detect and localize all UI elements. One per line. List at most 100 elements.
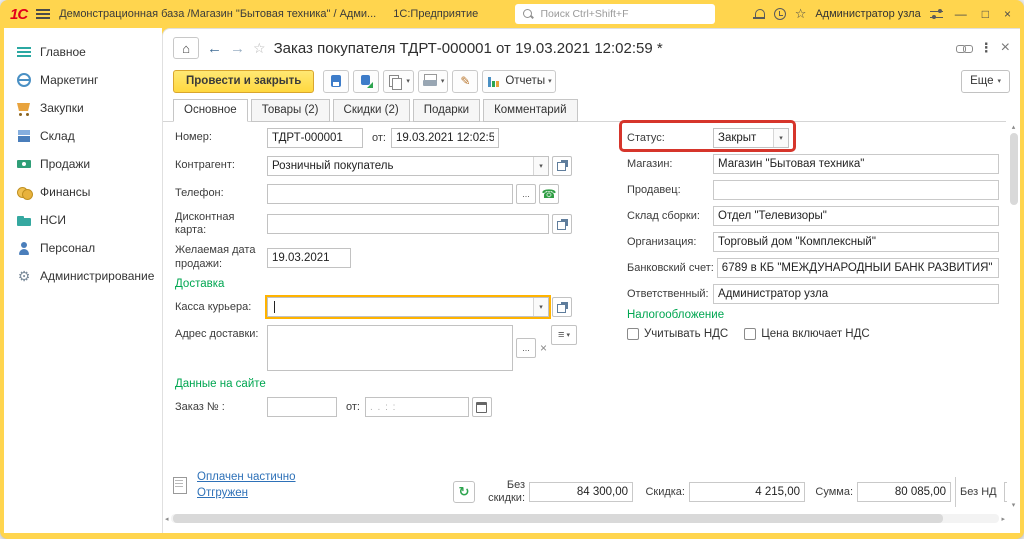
site-order-number-input[interactable] <box>267 397 337 417</box>
tab-osnovnoe[interactable]: Основное <box>173 99 248 122</box>
sidebar-item-glavnoe[interactable]: Главное <box>4 38 162 66</box>
scroll-right-icon[interactable]: ▸ <box>1001 515 1005 523</box>
seller-input[interactable] <box>713 180 999 200</box>
call-button[interactable]: ☎ <box>539 184 559 204</box>
sidebar: Главное Маркетинг Закупки Склад Продажи … <box>4 28 162 533</box>
sidebar-item-label: Маркетинг <box>40 73 98 87</box>
counterparty-input[interactable] <box>268 157 533 175</box>
vertical-scrollbar[interactable]: ▴ ▾ <box>1007 123 1020 509</box>
counterparty-combobox[interactable]: ▾ <box>267 156 549 176</box>
document-toolbar: Провести и закрыть ▾ ▾ ✎ Отчеты ▾ Еще ▾ <box>163 67 1020 95</box>
open-counterparty-button[interactable] <box>552 156 572 176</box>
scroll-track[interactable] <box>171 514 1000 523</box>
get-link-icon[interactable] <box>956 40 972 56</box>
dropdown-button[interactable]: ▾ <box>533 298 548 316</box>
settings-sliders-icon[interactable] <box>930 9 943 20</box>
courier-cash-combobox[interactable]: ▾ <box>267 297 549 317</box>
home-button[interactable]: ⌂ <box>173 37 199 59</box>
globe-icon <box>16 72 32 88</box>
reports-button[interactable]: Отчеты ▾ <box>482 70 555 93</box>
favorite-star-icon[interactable]: ☆ <box>253 40 266 57</box>
sidebar-item-prodazhi[interactable]: Продажи <box>4 150 162 178</box>
scroll-up-icon[interactable]: ▴ <box>1012 123 1016 131</box>
status-row: Статус: Закрыт ▾ <box>627 127 999 148</box>
tab-podarki[interactable]: Подарки <box>413 99 480 122</box>
favorites-icon[interactable]: ☆ <box>795 6 807 22</box>
document-date-input[interactable] <box>391 128 499 148</box>
user-name[interactable]: Администратор узла <box>815 8 920 20</box>
sidebar-item-personal[interactable]: Персонал <box>4 234 162 262</box>
shipment-status-link[interactable]: Отгружен <box>197 487 296 499</box>
close-button[interactable]: × <box>1001 7 1014 21</box>
create-based-on-button[interactable]: ▾ <box>383 70 414 93</box>
vat-checkbox[interactable] <box>627 328 639 340</box>
open-discount-card-button[interactable] <box>552 214 572 234</box>
edit-button[interactable]: ✎ <box>452 70 478 93</box>
post-button[interactable] <box>353 70 379 93</box>
notifications-icon[interactable] <box>753 8 765 20</box>
responsible-input[interactable] <box>713 284 999 304</box>
sidebar-item-nsi[interactable]: НСИ <box>4 206 162 234</box>
payment-status-link[interactable]: Оплачен частично <box>197 471 296 483</box>
courier-cash-input[interactable] <box>268 298 533 316</box>
price-includes-vat-checkbox[interactable] <box>744 328 756 340</box>
tax-section-header: Налогообложение <box>627 309 999 321</box>
organization-input[interactable] <box>713 232 999 252</box>
status-links: Оплачен частично Отгружен <box>197 471 296 499</box>
address-textarea[interactable] <box>267 325 513 371</box>
address-select-button[interactable]: ... <box>516 338 536 358</box>
address-buttons: ... × <box>516 325 548 371</box>
print-button[interactable]: ▾ <box>418 70 449 93</box>
search-box[interactable]: Поиск Ctrl+Shift+F <box>515 4 715 24</box>
sidebar-item-finansy[interactable]: Финансы <box>4 178 162 206</box>
post-and-close-button[interactable]: Провести и закрыть <box>173 70 314 93</box>
dropdown-button[interactable]: ▾ <box>773 129 788 147</box>
discount-card-input[interactable] <box>267 214 549 234</box>
desired-date-input[interactable] <box>267 248 351 268</box>
tab-tovary[interactable]: Товары (2) <box>251 99 330 122</box>
document-window: ⌂ ← → ☆ Заказ покупателя ТДРТ-000001 от … <box>162 28 1020 533</box>
forward-button[interactable]: → <box>230 40 245 57</box>
address-row: Адрес доставки: ... × ≡ ▾ <box>175 325 619 371</box>
address-clear-button[interactable]: × <box>539 341 548 355</box>
bank-account-input[interactable] <box>717 258 999 278</box>
back-button[interactable]: ← <box>207 40 222 57</box>
horizontal-scrollbar[interactable]: ◂ ▸ <box>163 512 1007 525</box>
tab-strip: Основное Товары (2) Скидки (2) Подарки К… <box>163 97 1006 122</box>
scroll-thumb[interactable] <box>1010 133 1018 205</box>
status-combobox[interactable]: Закрыт ▾ <box>713 128 789 148</box>
tab-kommentariy[interactable]: Комментарий <box>483 99 577 122</box>
history-icon[interactable] <box>774 8 786 20</box>
phone-select-button[interactable]: ... <box>516 184 536 204</box>
phone-input[interactable] <box>267 184 513 204</box>
sidebar-item-sklad[interactable]: Склад <box>4 122 162 150</box>
dropdown-button[interactable]: ▾ <box>533 157 548 175</box>
save-button[interactable] <box>323 70 349 93</box>
assembly-warehouse-input[interactable] <box>713 206 999 226</box>
site-order-date-input[interactable]: . . : : <box>365 397 469 417</box>
address-menu-button[interactable]: ≡ ▾ <box>551 325 577 345</box>
open-courier-cash-button[interactable] <box>552 297 572 317</box>
refresh-totals-button[interactable]: ↻ <box>453 481 475 503</box>
tab-skidki[interactable]: Скидки (2) <box>333 99 410 122</box>
close-document-icon[interactable]: × <box>1001 39 1010 57</box>
sidebar-item-marketing[interactable]: Маркетинг <box>4 66 162 94</box>
sidebar-item-administrirovanie[interactable]: ⚙ Администрирование <box>4 262 162 290</box>
store-input[interactable] <box>713 154 999 174</box>
price-includes-vat-label: Цена включает НДС <box>761 328 869 340</box>
maximize-button[interactable]: □ <box>979 7 992 21</box>
order-no-label: Заказ № : <box>175 401 267 414</box>
main-menu-icon[interactable] <box>36 9 50 19</box>
scroll-left-icon[interactable]: ◂ <box>165 515 169 523</box>
discount-label: Скидка: <box>637 486 685 499</box>
courier-cash-row: Касса курьера: ▾ <box>175 297 619 318</box>
number-input[interactable] <box>267 128 363 148</box>
scroll-thumb[interactable] <box>173 514 944 523</box>
minimize-button[interactable]: — <box>952 7 970 21</box>
more-button[interactable]: Еще ▾ <box>961 70 1010 93</box>
document-title: Заказ покупателя ТДРТ-000001 от 19.03.20… <box>274 40 948 57</box>
calendar-button[interactable] <box>472 397 492 417</box>
scroll-down-icon[interactable]: ▾ <box>1012 501 1016 509</box>
sidebar-item-zakupki[interactable]: Закупки <box>4 94 162 122</box>
more-menu-icon[interactable]: ⋮ <box>980 40 993 56</box>
